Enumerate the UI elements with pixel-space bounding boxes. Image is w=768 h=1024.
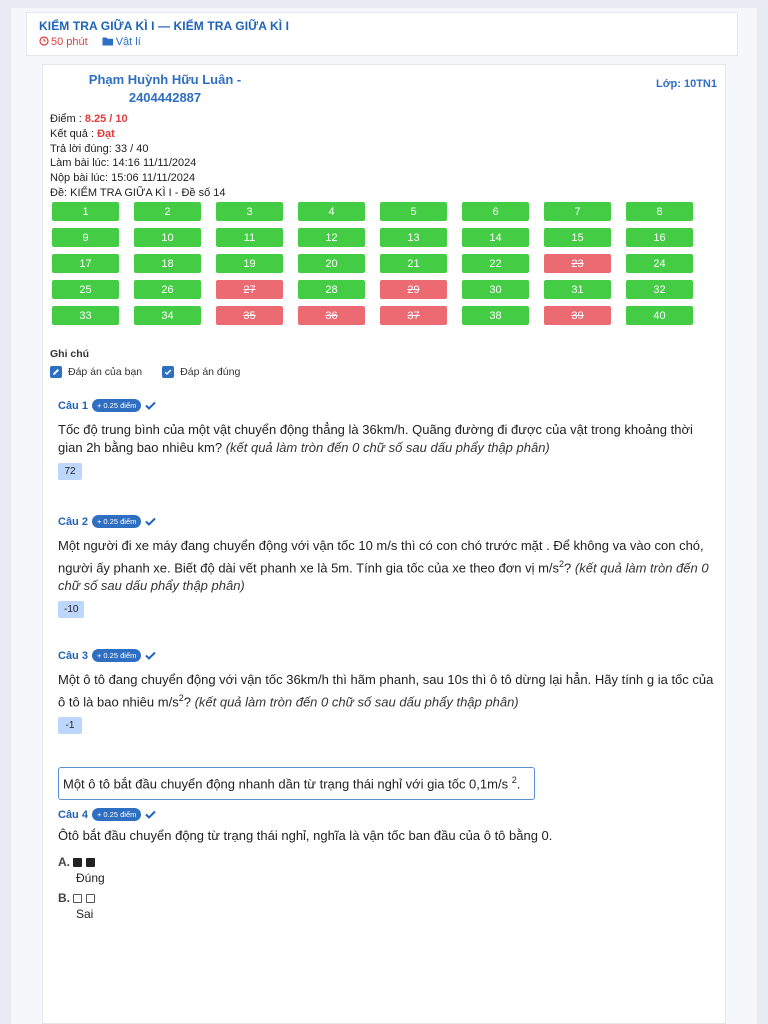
question-nav-button[interactable]: 37 (380, 306, 447, 325)
question-nav-button[interactable]: 14 (462, 228, 529, 247)
exam-title: KIỂM TRA GIỮA KÌ I — KIỂM TRA GIỮA KÌ I (39, 19, 290, 33)
question-nav-button[interactable]: 2 (134, 202, 201, 221)
question-nav-button[interactable]: 27 (216, 280, 283, 299)
pencil-icon (50, 366, 62, 378)
exam-code: Đề: KIỂM TRA GIỮA KÌ I - Đề số 14 (50, 186, 226, 199)
question-nav-button[interactable]: 5 (380, 202, 447, 221)
question-nav-button[interactable]: 10 (134, 228, 201, 247)
duration: 50 phút (39, 36, 88, 48)
question-nav-button[interactable]: 20 (298, 254, 365, 273)
answer-value: -1 (58, 717, 82, 735)
result-value: Đạt (97, 127, 115, 140)
answer-value: -10 (58, 601, 85, 619)
correct-answer-marked-icon (85, 858, 95, 867)
question-text: Một người đi xe máy đang chuyển động với… (58, 538, 709, 594)
question-nav-button[interactable]: 30 (462, 280, 529, 299)
score-value: 8.25 / 10 (84, 113, 128, 125)
question-nav-button[interactable]: 33 (52, 306, 119, 325)
question-nav-button[interactable]: 34 (134, 306, 201, 325)
notes-title: Ghi chú (50, 348, 90, 360)
question-3: Câu 3 + 0.25 điểm Một ô tô đang chuyển đ… (58, 649, 718, 735)
subject: Vật lí (102, 36, 141, 48)
question-text: Tốc độ trung bình của một vật chuyển độn… (58, 422, 693, 455)
question-nav-button[interactable]: 28 (298, 280, 365, 299)
your-answer-marked-icon (73, 858, 83, 867)
question-nav-button[interactable]: 3 (216, 202, 283, 221)
correct-answer-empty-icon (85, 894, 95, 903)
submit-time: Nộp bài lúc: 15:06 11/11/2024 (50, 172, 196, 185)
question-nav-button[interactable]: 15 (544, 228, 611, 247)
question-text: Một ô tô đang chuyển động với vận tốc 36… (58, 672, 714, 710)
question-nav-button[interactable]: 13 (380, 228, 447, 247)
question-label: Câu 1 (58, 399, 88, 412)
question-nav-button[interactable]: 8 (626, 202, 693, 221)
exam-header: KIỂM TRA GIỮA KÌ I — KIỂM TRA GIỮA KÌ I … (26, 12, 738, 56)
question-navigator: 1 2 3 4 5 6 7 8 9 10 11 12 13 14 15 16 17 18 19 20 21 22 23 24 2… (52, 202, 702, 325)
question-nav-button[interactable]: 32 (626, 280, 693, 299)
correct-check-icon (145, 401, 157, 410)
question-nav-button[interactable]: 25 (52, 280, 119, 299)
your-answer-empty-icon (73, 894, 83, 903)
question-nav-button[interactable]: 11 (216, 228, 283, 247)
question-text: Ôtô bắt đầu chuyển động từ trạng thái ng… (58, 828, 553, 843)
legend: Đáp án của bạn Đáp án đúng (50, 366, 252, 378)
question-nav-button[interactable]: 6 (462, 202, 529, 221)
question-nav-button[interactable]: 31 (544, 280, 611, 299)
correct-check-icon (145, 810, 157, 819)
question-label: Câu 3 (58, 649, 88, 662)
question-nav-button[interactable]: 9 (52, 228, 119, 247)
question-context: Một ô tô bắt đầu chuyển động nhanh dần t… (58, 767, 535, 800)
points-badge: + 0.25 điểm (91, 515, 142, 528)
question-nav-button[interactable]: 4 (298, 202, 365, 221)
option-b[interactable]: B. Sai (58, 891, 718, 921)
question-nav-button[interactable]: 19 (216, 254, 283, 273)
question-nav-button[interactable]: 26 (134, 280, 201, 299)
exam-meta: 50 phút Vật lí (39, 36, 725, 48)
correct-check-icon (145, 651, 157, 660)
question-nav-button[interactable]: 22 (462, 254, 529, 273)
correct-count: Trả lời đúng: 33 / 40 (50, 142, 149, 155)
folder-icon (102, 37, 113, 46)
result-info: Điểm : 8.25 / 10 Kết quả : Đạt Trả lời đ… (50, 112, 225, 201)
question-nav-button[interactable]: 18 (134, 254, 201, 273)
question-nav-button[interactable]: 36 (298, 306, 365, 325)
question-2: Câu 2 + 0.25 điểm Một người đi xe máy đa… (58, 515, 718, 619)
check-icon (162, 366, 175, 378)
class-label: Lớp: 10TN1 (656, 78, 717, 90)
question-nav-button[interactable]: 16 (626, 228, 693, 247)
options-list: A. Đúng B. Sai (58, 855, 718, 921)
question-nav-button[interactable]: 12 (298, 228, 365, 247)
points-badge: + 0.25 điểm (91, 649, 142, 662)
question-nav-button[interactable]: 1 (52, 202, 119, 221)
result-card: Phạm Huỳnh Hữu Luân - 2404442887 Lớp: 10… (42, 64, 726, 1024)
question-nav-button[interactable]: 7 (544, 202, 611, 221)
student-name: Phạm Huỳnh Hữu Luân - 2404442887 (88, 72, 242, 105)
clock-icon (39, 36, 49, 46)
option-a[interactable]: A. Đúng (58, 855, 718, 885)
question-nav-button[interactable]: 39 (544, 306, 611, 325)
legend-your-answer: Đáp án của bạn (50, 366, 142, 378)
question-nav-button[interactable]: 38 (462, 306, 529, 325)
question-nav-button[interactable]: 23 (544, 254, 611, 273)
question-nav-button[interactable]: 40 (626, 306, 693, 325)
question-label: Câu 4 (58, 808, 88, 821)
result-line: Kết quả : Đạt (50, 127, 115, 140)
question-label: Câu 2 (58, 515, 88, 528)
question-1: Câu 1 + 0.25 điểm Tốc độ trung bình của … (58, 399, 718, 480)
score-line: Điểm : 8.25 / 10 (50, 113, 128, 125)
question-4: Câu 4 + 0.25 điểm Ôtô bắt đầu chuyển độn… (58, 808, 718, 921)
answer-value: 72 (58, 463, 82, 480)
legend-correct-answer: Đáp án đúng (162, 366, 240, 378)
question-nav-button[interactable]: 17 (52, 254, 119, 273)
question-nav-button[interactable]: 29 (380, 280, 447, 299)
notes-section: Ghi chú Đáp án của bạn Đáp án đúng (50, 348, 252, 378)
question-nav-button[interactable]: 21 (380, 254, 447, 273)
question-nav-button[interactable]: 35 (216, 306, 283, 325)
question-nav-button[interactable]: 24 (626, 254, 693, 273)
points-badge: + 0.25 điểm (91, 808, 142, 821)
correct-check-icon (145, 517, 157, 526)
points-badge: + 0.25 điểm (91, 399, 142, 412)
start-time: Làm bài lúc: 14:16 11/11/2024 (50, 157, 197, 170)
